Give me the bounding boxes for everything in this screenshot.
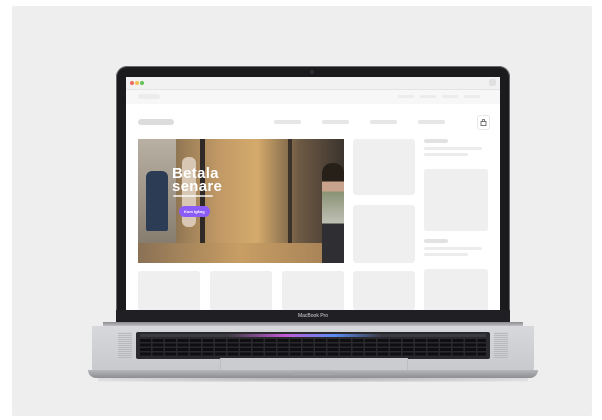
touch-bar <box>140 334 486 337</box>
minimize-dot-icon[interactable] <box>135 81 139 85</box>
hero-photo-person <box>322 163 344 263</box>
keyboard <box>136 332 490 359</box>
nav-item-placeholder[interactable] <box>274 120 301 124</box>
product-card-placeholder[interactable] <box>353 139 415 195</box>
product-card-placeholder[interactable] <box>424 169 488 231</box>
topbar-logo-placeholder <box>138 94 160 99</box>
hero-subtitle-placeholder <box>173 195 213 197</box>
hero-photo-floor <box>138 243 344 263</box>
topbar-link-placeholder[interactable] <box>464 95 480 98</box>
product-card-placeholder[interactable] <box>353 271 415 311</box>
hero-photo-mannequin <box>146 171 168 231</box>
keyboard-keys <box>140 339 486 357</box>
product-text-placeholder <box>424 147 482 150</box>
store-logo-placeholder[interactable] <box>138 119 174 125</box>
product-text-placeholder <box>424 247 482 250</box>
laptop-screen: Betala senare Kom Igång <box>126 77 500 311</box>
product-card-placeholder[interactable] <box>138 271 200 311</box>
hero-banner: Betala senare Kom Igång <box>138 139 344 263</box>
shopping-bag-icon <box>480 119 487 126</box>
topbar-link-placeholder[interactable] <box>420 95 436 98</box>
camera-icon <box>310 70 314 74</box>
nav-item-placeholder[interactable] <box>418 120 445 124</box>
laptop-lid: Betala senare Kom Igång MacBook Pro <box>116 66 510 322</box>
speaker-grille-right <box>494 332 508 359</box>
close-dot-icon[interactable] <box>130 81 134 85</box>
cart-button[interactable] <box>477 115 490 130</box>
maximize-dot-icon[interactable] <box>140 81 144 85</box>
product-card-placeholder[interactable] <box>424 269 488 311</box>
browser-toolbar <box>126 77 500 90</box>
product-title-placeholder <box>424 239 448 243</box>
nav-item-placeholder[interactable] <box>370 120 397 124</box>
nav-item-placeholder[interactable] <box>322 120 349 124</box>
laptop-chin: MacBook Pro <box>116 310 510 322</box>
laptop-brand-label: MacBook Pro <box>297 313 328 319</box>
laptop-opening-notch <box>291 372 335 375</box>
hero-cta-button[interactable]: Kom Igång <box>179 206 210 217</box>
product-text-placeholder <box>424 153 468 156</box>
product-card-placeholder[interactable] <box>353 205 415 263</box>
browser-menu-button[interactable] <box>489 79 496 86</box>
topbar-link-placeholder[interactable] <box>442 95 458 98</box>
product-title-placeholder <box>424 139 448 143</box>
hero-title: Betala senare <box>172 165 223 195</box>
product-card-placeholder[interactable] <box>282 271 344 311</box>
site-topbar <box>126 90 500 104</box>
product-text-placeholder <box>424 253 468 256</box>
topbar-link-placeholder[interactable] <box>398 95 414 98</box>
product-card-placeholder[interactable] <box>210 271 272 311</box>
speaker-grille-left <box>118 332 132 359</box>
scene-background: Betala senare Kom Igång MacBook Pro <box>12 6 592 416</box>
